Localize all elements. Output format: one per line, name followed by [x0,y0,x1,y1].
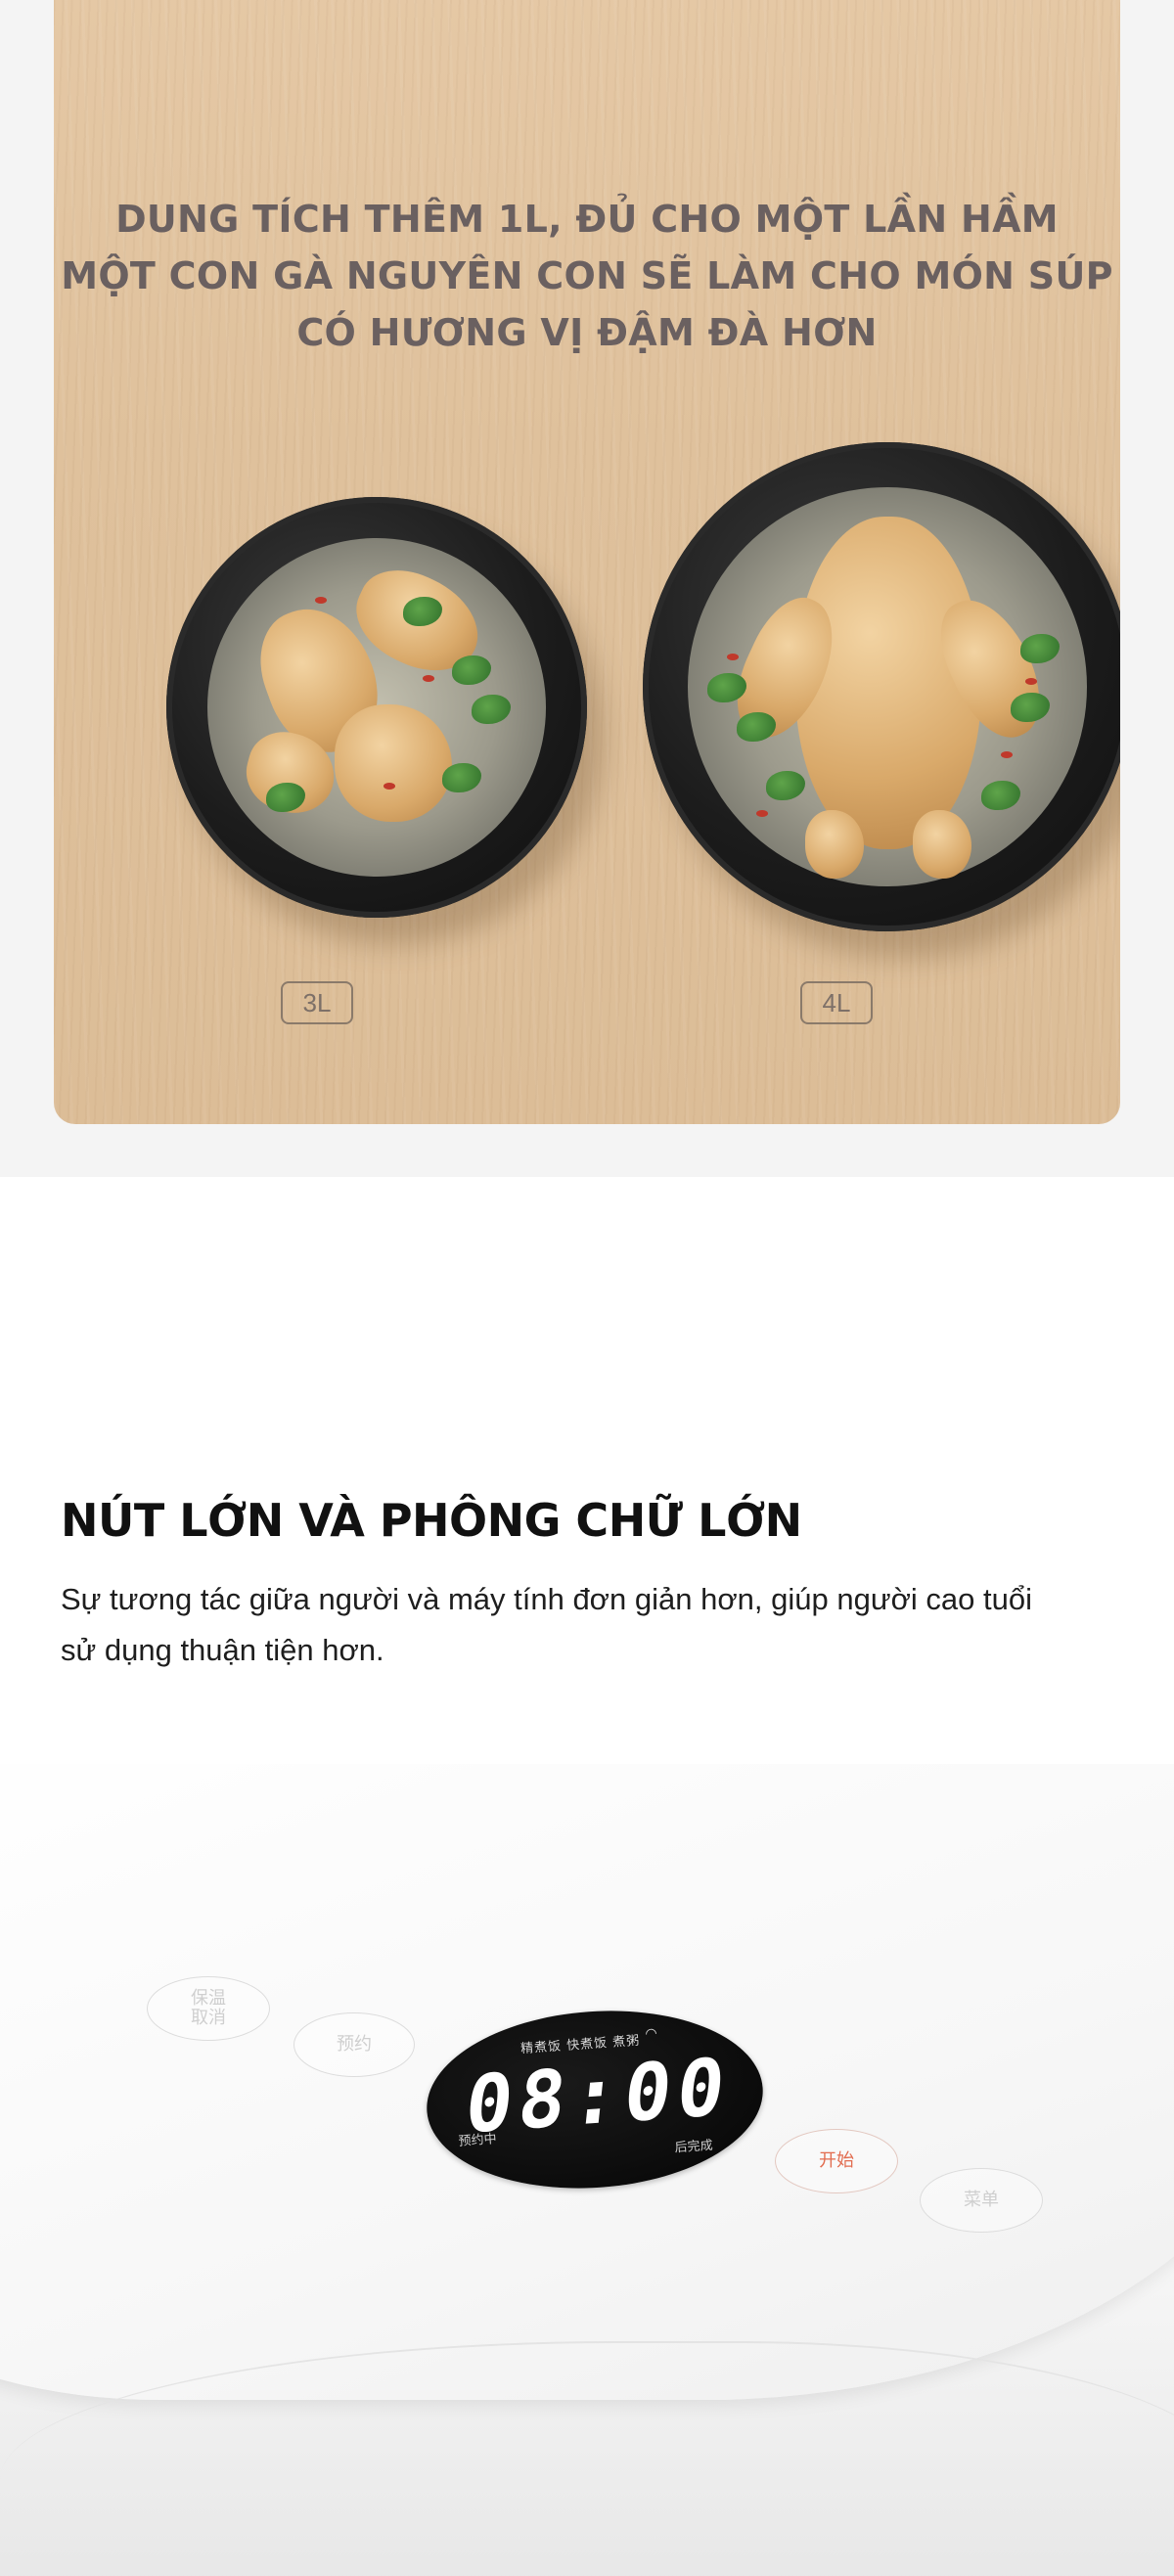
reserve-button[interactable]: 预约 [294,2012,415,2077]
feature-title: NÚT LỚN VÀ PHÔNG CHỮ LỚN [61,1494,802,1548]
start-button[interactable]: 开始 [775,2129,898,2193]
wifi-icon: ◠ [644,2024,658,2042]
size-label-4l: 4L [800,981,873,1024]
display-time: 08:00 [461,2040,736,2151]
feature-description: Sự tương tác giữa người và máy tính đơn … [61,1582,1032,1667]
menu-button[interactable]: 菜单 [920,2168,1043,2233]
menu-label: 菜单 [964,2190,999,2210]
wood-background-card: DUNG TÍCH THÊM 1L, ĐỦ CHO MỘT LẦN HẦM MỘ… [54,0,1120,1124]
headline-line-2: MỘT CON GÀ NGUYÊN CON SẼ LÀM CHO MÓN SÚP [61,254,1113,297]
capacity-section: DUNG TÍCH THÊM 1L, ĐỦ CHO MỘT LẦN HẦM MỘ… [0,0,1174,1177]
headline-line-3: CÓ HƯƠNG VỊ ĐẬM ĐÀ HƠN [296,311,878,354]
display-reserving-label: 预约中 [458,2132,498,2149]
size-label-3l: 3L [281,981,353,1024]
display-finish-label: 后完成 [674,2138,714,2156]
pot-3l-image [166,497,605,945]
keep-warm-cancel-button[interactable]: 保温 取消 [147,1976,270,2041]
headline-line-1: DUNG TÍCH THÊM 1L, ĐỦ CHO MỘT LẦN HẦM [115,198,1059,241]
cancel-label: 取消 [191,2008,226,2028]
keep-warm-label: 保温 [191,1988,226,2009]
reserve-label: 预约 [337,2034,372,2055]
start-label: 开始 [819,2150,854,2171]
capacity-headline: DUNG TÍCH THÊM 1L, ĐỦ CHO MỘT LẦN HẦM MỘ… [54,191,1120,361]
pot-4l-image [643,442,1120,959]
